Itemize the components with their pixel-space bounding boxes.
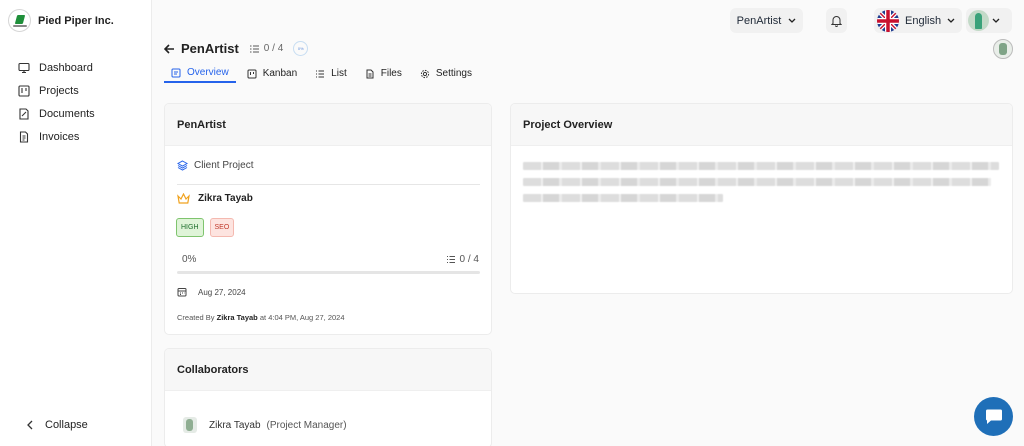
sidebar: Pied Piper Inc. Dashboard Projects Docum… [0, 0, 152, 446]
tab-label: Kanban [262, 68, 298, 79]
priority-badge: HIGH [176, 218, 204, 237]
tab-label: Files [380, 68, 402, 79]
project-overview-card: Project Overview [510, 103, 1013, 294]
tab-files[interactable]: Files [358, 64, 409, 83]
chat-button[interactable] [974, 397, 1013, 436]
overview-icon [171, 68, 181, 77]
progress-percent: 0% [182, 254, 197, 265]
creator-name: Zikra Tayab [216, 313, 258, 322]
tab-settings[interactable]: Settings [413, 64, 479, 83]
task-list-icon [249, 45, 259, 52]
projects-icon [18, 84, 30, 97]
owner-name: Zikra Tayab [198, 193, 253, 204]
collaborators-card: Collaborators Zikra Tayab (Project Manag… [164, 348, 492, 446]
sidebar-item-label: Projects [39, 84, 79, 97]
collapse-label: Collapse [45, 419, 88, 431]
progress-tasks: 0 / 4 [446, 254, 479, 265]
tag-badge: SEO [209, 218, 235, 237]
sidebar-item-documents[interactable]: Documents [18, 102, 95, 125]
sidebar-item-label: Dashboard [39, 61, 93, 74]
created-by: Created By Zikra Tayab at 4:04 PM, Aug 2… [177, 313, 345, 322]
collaborator-name: Zikra Tayab [209, 419, 261, 431]
brand-name: Pied Piper Inc. [38, 14, 114, 27]
calendar-icon [177, 288, 187, 297]
task-count-value: 0 / 4 [263, 43, 284, 54]
brand-logo-icon [8, 9, 31, 32]
badges: HIGH SEO [176, 218, 235, 237]
tab-label: Settings [435, 68, 472, 79]
avatar [183, 417, 197, 433]
tasks-value: 0 / 4 [459, 254, 479, 265]
card-title: Collaborators [165, 349, 491, 391]
task-count: 0 / 4 [249, 43, 283, 54]
bell-icon [831, 15, 842, 27]
list-icon [316, 70, 325, 77]
sidebar-nav: Dashboard Projects Documents Invoices [18, 56, 95, 148]
language-label: English [905, 14, 942, 27]
tab-label: List [331, 68, 347, 79]
invoices-icon [19, 130, 29, 143]
blurred-description [523, 162, 999, 210]
project-owner: Zikra Tayab [177, 193, 253, 204]
kanban-icon [247, 69, 257, 78]
layers-icon [177, 160, 188, 171]
tab-overview[interactable]: Overview [164, 64, 236, 83]
project-date: Aug 27, 2024 [177, 287, 246, 297]
card-title: PenArtist [165, 104, 491, 146]
sidebar-item-invoices[interactable]: Invoices [18, 125, 95, 148]
brand[interactable]: Pied Piper Inc. [8, 9, 114, 32]
sidebar-item-label: Documents [39, 107, 95, 120]
user-menu[interactable] [966, 8, 1012, 33]
project-selector[interactable]: PenArtist [730, 8, 803, 33]
collaborator-row[interactable]: Zikra Tayab (Project Manager) [183, 417, 347, 433]
date-value: Aug 27, 2024 [198, 287, 246, 297]
back-arrow-icon[interactable] [164, 43, 175, 54]
collaborator-role: (Project Manager) [266, 419, 347, 431]
project-tabs: Overview Kanban List Files Settings [164, 64, 483, 84]
language-selector[interactable]: English [874, 8, 962, 33]
chevron-down-icon [788, 18, 796, 23]
project-selector-label: PenArtist [736, 14, 782, 27]
project-type: Client Project [177, 160, 253, 171]
uk-flag-icon [877, 9, 899, 32]
tab-list[interactable]: List [308, 64, 354, 83]
project-info-card: PenArtist Client Project Zikra Tayab HIG… [164, 103, 492, 335]
card-title: Project Overview [511, 104, 1012, 146]
crown-icon [177, 193, 190, 204]
chevron-left-icon [27, 420, 33, 430]
collapse-button[interactable]: Collapse [26, 419, 88, 431]
divider [177, 184, 480, 185]
sidebar-item-projects[interactable]: Projects [18, 79, 95, 102]
tab-kanban[interactable]: Kanban [240, 64, 304, 83]
chat-bubble-icon [985, 409, 1002, 424]
chevron-down-icon [992, 18, 1000, 23]
tab-label: Overview [187, 67, 229, 78]
task-list-icon [446, 256, 455, 263]
settings-icon [420, 69, 429, 78]
sidebar-item-dashboard[interactable]: Dashboard [18, 56, 95, 79]
dashboard-icon [18, 62, 30, 73]
notifications-button[interactable] [826, 8, 847, 33]
documents-icon [19, 107, 29, 120]
project-header: PenArtist 0 / 4 0% [164, 41, 309, 56]
page-title: PenArtist [181, 41, 239, 56]
sidebar-item-label: Invoices [39, 130, 80, 143]
chevron-down-icon [947, 18, 955, 23]
progress-bar [177, 271, 480, 274]
avatar [968, 10, 989, 31]
progress-circle: 0% [293, 41, 309, 56]
member-avatar[interactable] [993, 39, 1013, 59]
files-icon [366, 69, 374, 78]
project-type-label: Client Project [194, 160, 254, 171]
